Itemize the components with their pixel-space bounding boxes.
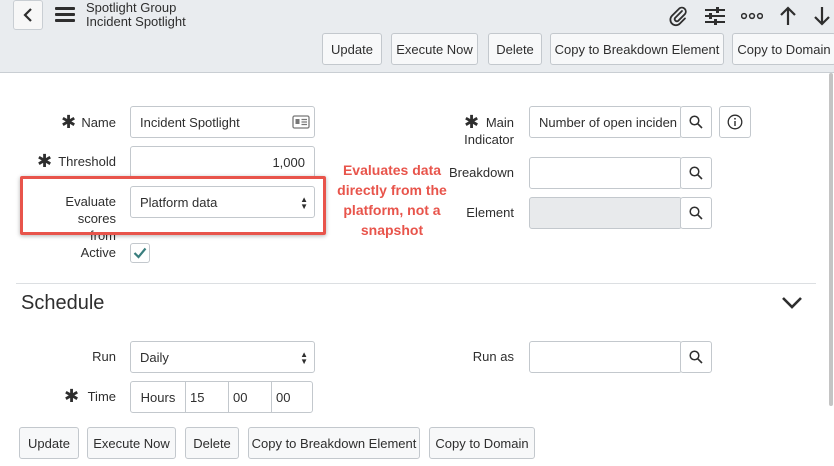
threshold-value: 1,000 [272, 154, 305, 170]
search-icon [689, 166, 703, 180]
main-indicator-label-line1: Main [485, 115, 514, 130]
main-indicator-label-line2: Indicator [464, 132, 514, 147]
back-button[interactable] [13, 0, 43, 30]
delete-button[interactable]: Delete [488, 33, 542, 65]
execute-now-button[interactable]: Execute Now [391, 33, 478, 65]
time-minutes-input[interactable]: 00 [229, 382, 272, 412]
bottom-delete-button[interactable]: Delete [185, 427, 239, 459]
callout-line: Evaluates data [342, 162, 442, 178]
breakdown-lookup-button[interactable] [680, 157, 712, 189]
schedule-section-title: Schedule [21, 292, 105, 314]
search-icon [689, 350, 703, 364]
down-arrow-icon[interactable] [810, 4, 834, 28]
run-as-label: Run as [472, 349, 514, 364]
element-label: Element [466, 205, 514, 220]
run-as-lookup-button[interactable] [680, 341, 712, 373]
element-lookup-button[interactable] [680, 197, 712, 229]
run-value: Daily [140, 349, 169, 365]
bottom-update-button[interactable]: Update [19, 427, 79, 459]
settings-sliders-icon[interactable] [703, 4, 727, 28]
record-title: Spotlight Group Incident Spotlight [86, 1, 186, 29]
bottom-execute-now-button[interactable]: Execute Now [87, 427, 176, 459]
copy-to-breakdown-button[interactable]: Copy to Breakdown Element [550, 33, 724, 65]
run-select[interactable]: Daily ▲ ▼ [130, 341, 315, 373]
bottom-copy-to-breakdown-button[interactable]: Copy to Breakdown Element [248, 427, 420, 459]
info-icon [727, 114, 743, 130]
required-marker: ✱ [61, 112, 77, 132]
breakdown-field[interactable] [529, 157, 682, 189]
card-icon[interactable] [292, 115, 310, 129]
time-prefix: Hours [131, 382, 186, 412]
name-value: Incident Spotlight [140, 114, 240, 130]
scrollbar[interactable] [829, 73, 833, 406]
checkmark-icon [133, 247, 147, 259]
run-label: Run [92, 349, 116, 364]
highlight-box [20, 176, 326, 235]
callout-line: platform, not a [343, 202, 441, 218]
active-checkbox[interactable] [130, 243, 150, 263]
main-indicator-label: Main Indicator [462, 114, 514, 148]
threshold-field[interactable]: 1,000 [130, 146, 315, 178]
annotation-callout: Evaluates data directly from the platfor… [330, 160, 454, 240]
search-icon [689, 115, 703, 129]
time-label: Time [87, 389, 116, 404]
more-icon[interactable] [740, 4, 764, 28]
collapse-chevron-icon[interactable] [781, 296, 803, 313]
header-bar: Spotlight Group Incident Spotlight Updat… [0, 0, 834, 73]
breakdown-label: Breakdown [448, 165, 514, 180]
main-indicator-value: Number of open inciden [539, 114, 678, 130]
record-display-name: Incident Spotlight [86, 14, 186, 29]
element-field [529, 197, 682, 229]
back-icon [23, 8, 32, 22]
search-icon [689, 206, 703, 220]
active-label: Active [80, 245, 116, 260]
bottom-copy-to-domain-button[interactable]: Copy to Domain [429, 427, 535, 459]
run-as-field[interactable] [529, 341, 682, 373]
menu-icon[interactable] [55, 7, 75, 23]
callout-line: directly from the [337, 182, 447, 198]
callout-line: snapshot [360, 222, 424, 238]
time-hours-input[interactable]: 15 [186, 382, 229, 412]
update-button[interactable]: Update [322, 33, 382, 65]
main-indicator-lookup-button[interactable] [680, 106, 712, 138]
copy-to-domain-button[interactable]: Copy to Domain [732, 33, 834, 65]
attachment-icon[interactable] [666, 4, 690, 28]
time-field: Hours 15 00 00 [130, 381, 313, 413]
section-divider [16, 283, 816, 284]
up-arrow-icon[interactable] [776, 4, 800, 28]
record-table-name: Spotlight Group [86, 0, 177, 15]
required-marker: ✱ [64, 386, 80, 406]
time-seconds-input[interactable]: 00 [272, 382, 312, 412]
info-button[interactable] [719, 106, 751, 138]
select-arrows-icon: ▲ ▼ [300, 350, 308, 366]
name-label: Name [81, 115, 116, 130]
main-indicator-field[interactable]: Number of open inciden [529, 106, 682, 138]
required-marker: ✱ [37, 151, 53, 171]
name-field[interactable]: Incident Spotlight [130, 106, 315, 138]
threshold-label: Threshold [58, 154, 116, 169]
